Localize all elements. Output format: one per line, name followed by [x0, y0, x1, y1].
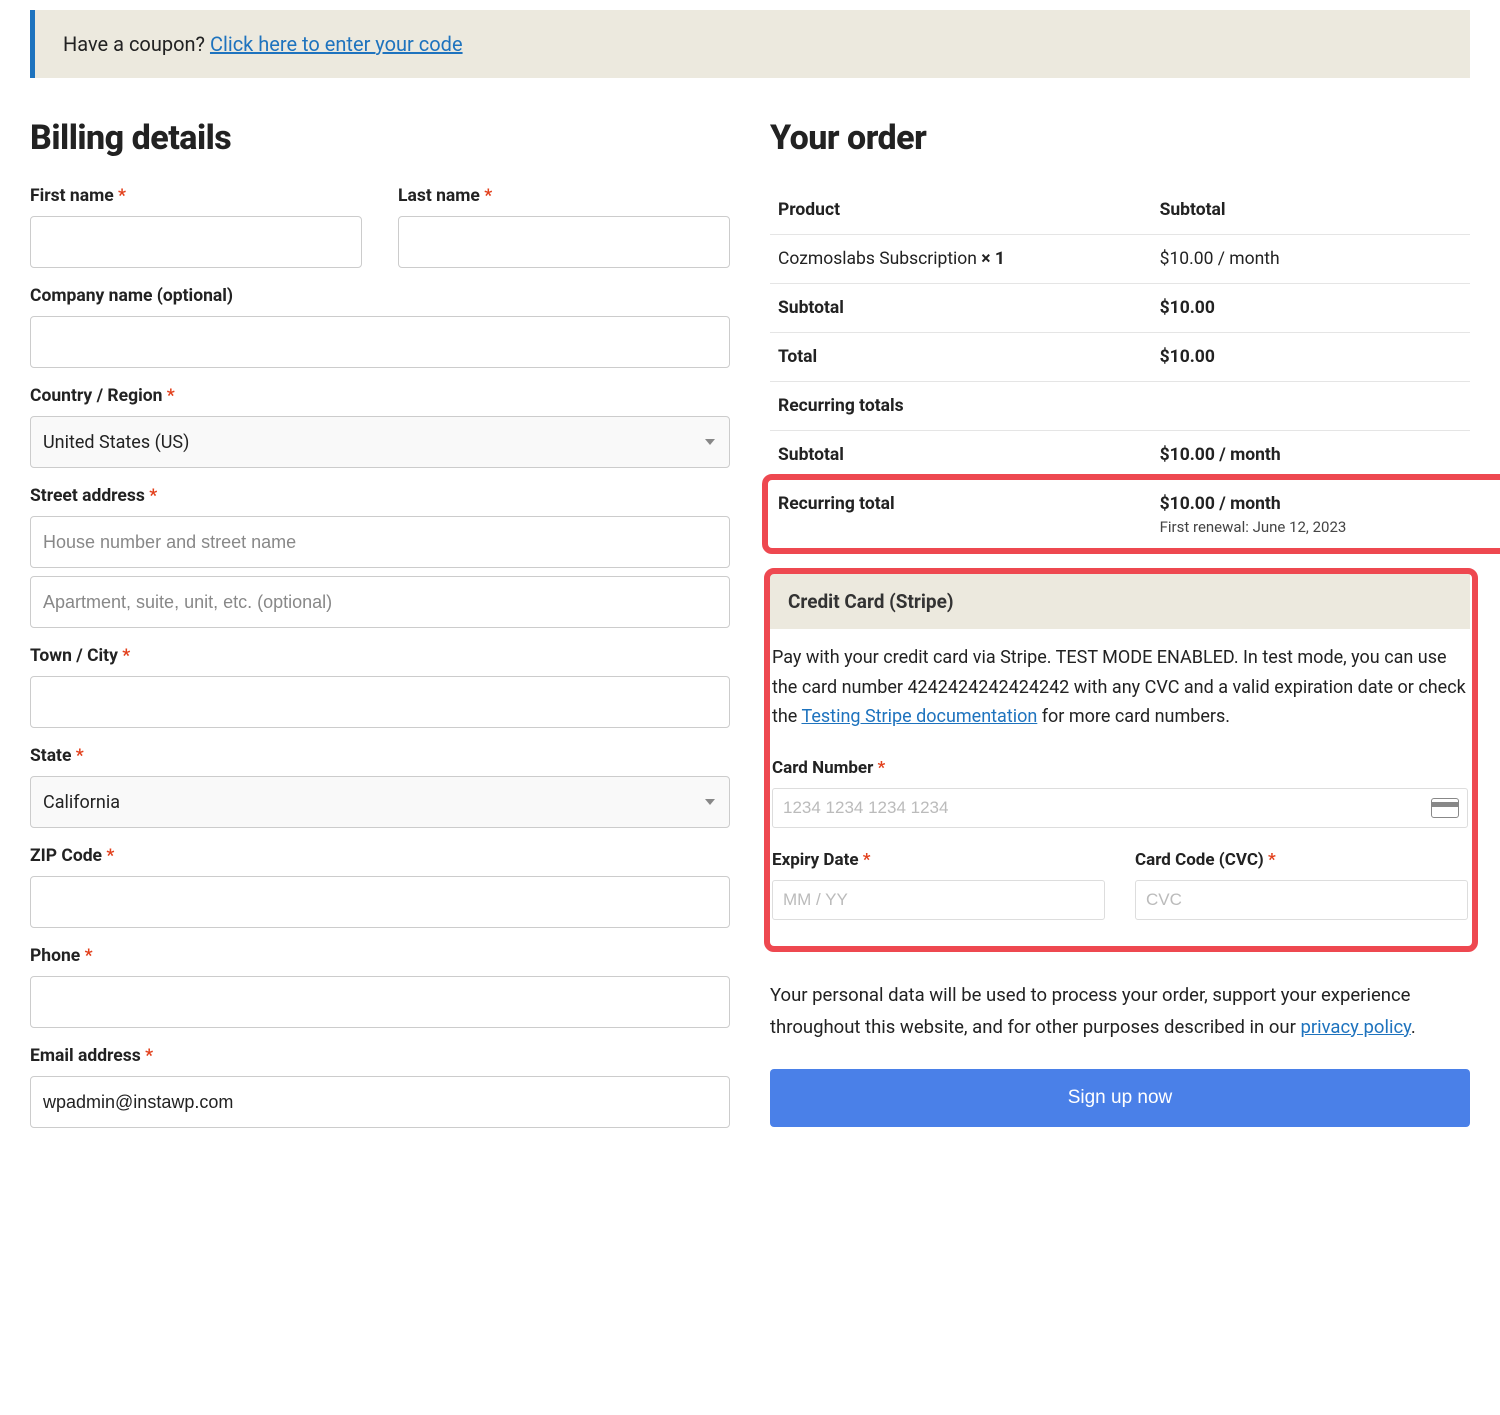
credit-card-icon	[1431, 798, 1459, 818]
city-label: Town / City *	[30, 646, 730, 666]
payment-section: Credit Card (Stripe) Pay with your credi…	[770, 574, 1470, 946]
product-price: $10.00 / month	[1152, 235, 1470, 284]
zip-label: ZIP Code *	[30, 846, 730, 866]
first-renewal-note: First renewal: June 12, 2023	[1160, 518, 1462, 536]
recurring-total-row: Recurring total $10.00 / month First ren…	[770, 480, 1470, 551]
order-column: Your order Product Subtotal Cozmoslabs S…	[770, 118, 1470, 1146]
product-row: Cozmoslabs Subscription × 1 $10.00 / mon…	[770, 235, 1470, 284]
city-input[interactable]	[30, 676, 730, 728]
order-title: Your order	[770, 118, 1470, 158]
card-number-label: Card Number *	[772, 754, 1468, 782]
product-qty: × 1	[981, 249, 1005, 269]
recurring-total-value: $10.00 / month	[1160, 494, 1281, 514]
state-value: California	[43, 792, 120, 813]
state-label: State *	[30, 746, 730, 766]
first-name-label: First name *	[30, 186, 362, 206]
billing-title: Billing details	[30, 118, 730, 158]
last-name-label: Last name *	[398, 186, 730, 206]
privacy-notice: Your personal data will be used to proce…	[770, 980, 1470, 1043]
email-input[interactable]	[30, 1076, 730, 1128]
order-table: Product Subtotal Cozmoslabs Subscription…	[770, 186, 1470, 550]
expiry-input[interactable]	[783, 890, 1094, 910]
company-label: Company name (optional)	[30, 286, 730, 306]
signup-button[interactable]: Sign up now	[770, 1069, 1470, 1127]
phone-label: Phone *	[30, 946, 730, 966]
coupon-notice: Have a coupon? Click here to enter your …	[30, 10, 1470, 78]
product-header: Product	[770, 186, 1152, 235]
chevron-down-icon	[705, 799, 715, 805]
street-label: Street address *	[30, 486, 730, 506]
first-name-input[interactable]	[30, 216, 362, 268]
state-select[interactable]: California	[30, 776, 730, 828]
country-label: Country / Region *	[30, 386, 730, 406]
recurring-subtotal-row: Subtotal $10.00 / month	[770, 431, 1470, 480]
company-input[interactable]	[30, 316, 730, 368]
product-name: Cozmoslabs Subscription	[778, 249, 981, 269]
chevron-down-icon	[705, 439, 715, 445]
payment-method-title: Credit Card (Stripe)	[770, 574, 1470, 629]
country-value: United States (US)	[43, 432, 189, 453]
cvc-label: Card Code (CVC) *	[1135, 846, 1468, 874]
email-label: Email address *	[30, 1046, 730, 1066]
street-address-2-input[interactable]	[30, 576, 730, 628]
country-select[interactable]: United States (US)	[30, 416, 730, 468]
subtotal-row: Subtotal $10.00	[770, 284, 1470, 333]
billing-column: Billing details First name * Last name *…	[30, 118, 730, 1146]
coupon-prompt: Have a coupon?	[63, 32, 210, 56]
cvc-input[interactable]	[1146, 890, 1457, 910]
street-address-input[interactable]	[30, 516, 730, 568]
phone-input[interactable]	[30, 976, 730, 1028]
privacy-policy-link[interactable]: privacy policy	[1300, 1016, 1410, 1038]
subtotal-header: Subtotal	[1152, 186, 1470, 235]
expiry-label: Expiry Date *	[772, 846, 1105, 874]
card-number-input[interactable]	[783, 798, 1457, 818]
zip-input[interactable]	[30, 876, 730, 928]
last-name-input[interactable]	[398, 216, 730, 268]
total-row: Total $10.00	[770, 333, 1470, 382]
stripe-docs-link[interactable]: Testing Stripe documentation	[801, 706, 1037, 727]
recurring-header-row: Recurring totals	[770, 382, 1470, 431]
coupon-link[interactable]: Click here to enter your code	[210, 32, 463, 56]
